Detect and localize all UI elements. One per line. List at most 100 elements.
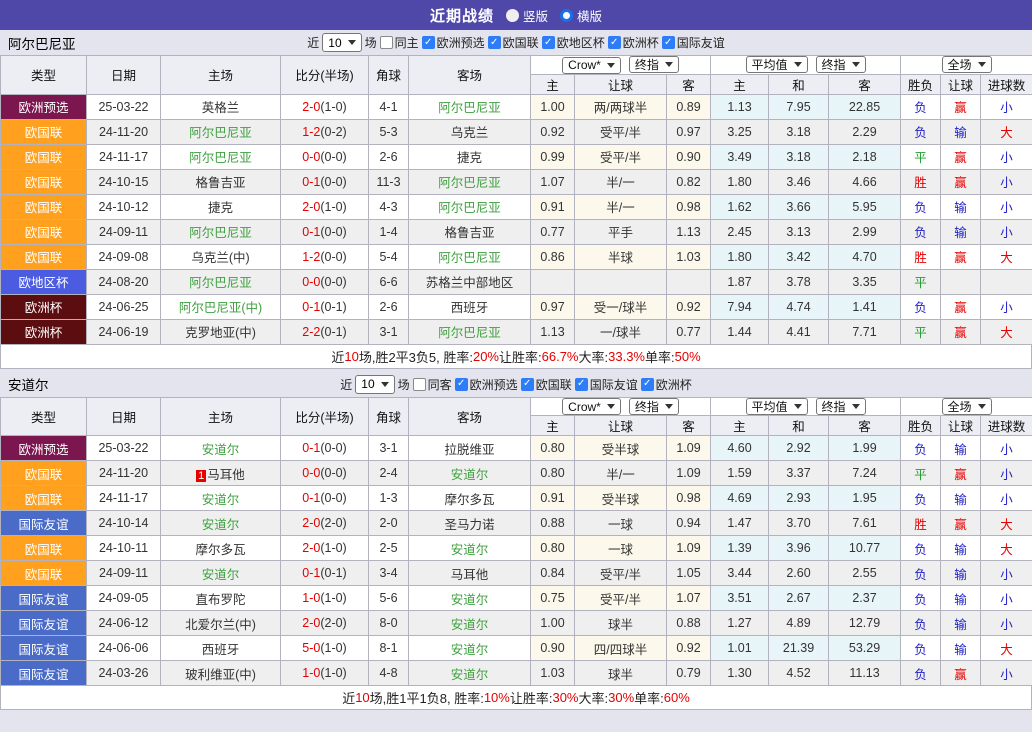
home-team-cell[interactable]: 安道尔: [161, 436, 281, 461]
odds-source-select[interactable]: Crow*: [562, 398, 621, 415]
layout-radio-vertical[interactable]: 竖版: [506, 6, 548, 25]
home-team-cell[interactable]: 克罗地亚(中): [161, 319, 281, 344]
avg-type-select[interactable]: 终指: [816, 398, 866, 415]
away-team-cell[interactable]: 安道尔: [409, 586, 531, 611]
odds-source-select[interactable]: Crow*: [562, 57, 621, 74]
score-cell: 0-1(0-1): [281, 561, 369, 586]
away-team-cell[interactable]: 圣马力诺: [409, 511, 531, 536]
home-team-cell[interactable]: 直布罗陀: [161, 586, 281, 611]
away-team-cell[interactable]: 阿尔巴尼亚: [409, 194, 531, 219]
home-team-cell[interactable]: 1马耳他: [161, 461, 281, 486]
away-team-cell[interactable]: 安道尔: [409, 636, 531, 661]
home-team-cell[interactable]: 英格兰: [161, 94, 281, 119]
home-team-cell[interactable]: 西班牙: [161, 636, 281, 661]
away-team-cell[interactable]: 乌克兰: [409, 119, 531, 144]
fulltime-score: 0-1: [302, 441, 320, 455]
match-count-select[interactable]: 10: [355, 375, 394, 394]
avg-source-select[interactable]: 平均值: [746, 398, 808, 415]
away-team-cell[interactable]: 安道尔: [409, 611, 531, 636]
odds-type-select[interactable]: 终指: [629, 56, 679, 73]
competition-checkbox-0[interactable]: ✓欧洲预选: [422, 34, 485, 51]
home-team-name: 玻利维亚(中): [185, 668, 256, 682]
handicap-cell: 受平/半: [575, 586, 667, 611]
competition-checkbox-0[interactable]: ✓欧洲预选: [455, 376, 518, 393]
home-team-cell[interactable]: 安道尔: [161, 561, 281, 586]
competition-checkbox-1[interactable]: ✓欧国联: [488, 34, 539, 51]
avg-home-cell: 1.39: [711, 536, 769, 561]
competition-checkbox-3[interactable]: ✓欧洲杯: [608, 34, 659, 51]
avg-source-select[interactable]: 平均值: [746, 56, 808, 73]
away-team-cell[interactable]: 摩尔多瓦: [409, 486, 531, 511]
away-team-cell[interactable]: 阿尔巴尼亚: [409, 319, 531, 344]
home-team-cell[interactable]: 阿尔巴尼亚: [161, 269, 281, 294]
competition-checkbox-2[interactable]: ✓欧地区杯: [542, 34, 605, 51]
date-cell: 24-09-05: [87, 586, 161, 611]
score-cell: 0-0(0-0): [281, 461, 369, 486]
avg-away-cell: 2.29: [829, 119, 901, 144]
home-team-cell[interactable]: 安道尔: [161, 486, 281, 511]
handicap-result-cell: 赢: [941, 661, 981, 686]
away-team-cell[interactable]: 马耳他: [409, 561, 531, 586]
result-cell: 负: [901, 94, 941, 119]
home-team-cell[interactable]: 阿尔巴尼亚(中): [161, 294, 281, 319]
handicap-result-cell: 赢: [941, 461, 981, 486]
avg-draw-cell: 3.37: [769, 461, 829, 486]
date-cell: 25-03-22: [87, 436, 161, 461]
home-team-cell[interactable]: 阿尔巴尼亚: [161, 144, 281, 169]
goals-result-cell: 大: [981, 119, 1032, 144]
result-cell: 平: [901, 319, 941, 344]
avg-home-cell: 1.44: [711, 319, 769, 344]
home-team-cell[interactable]: 摩尔多瓦: [161, 536, 281, 561]
away-team-cell[interactable]: 阿尔巴尼亚: [409, 94, 531, 119]
home-team-cell[interactable]: 北爱尔兰(中): [161, 611, 281, 636]
home-team-name: 乌克兰(中): [191, 251, 249, 265]
home-team-cell[interactable]: 捷克: [161, 194, 281, 219]
team-section: 阿尔巴尼亚近10场同主✓欧洲预选✓欧国联✓欧地区杯✓欧洲杯✓国际友谊类型日期主场…: [0, 30, 1032, 369]
competition-badge: 欧国联: [1, 194, 87, 219]
goals-result-cell: 小: [981, 294, 1032, 319]
competition-checkbox-1[interactable]: ✓欧国联: [521, 376, 572, 393]
away-team-cell[interactable]: 阿尔巴尼亚: [409, 244, 531, 269]
competition-checkbox-4[interactable]: ✓国际友谊: [662, 34, 725, 51]
away-team-cell[interactable]: 安道尔: [409, 461, 531, 486]
corner-cell: 2-6: [369, 294, 409, 319]
results-table: 类型日期主场比分(半场)角球客场Crow*终指平均值终指全场主让球客主和客胜负让…: [0, 55, 1032, 345]
scope-select[interactable]: 全场: [942, 56, 992, 73]
layout-radio-horizontal[interactable]: 横版: [560, 6, 602, 25]
avg-type-select-value: 终指: [822, 56, 846, 73]
home-team-name: 克罗地亚(中): [185, 326, 256, 340]
home-team-cell[interactable]: 阿尔巴尼亚: [161, 219, 281, 244]
home-team-cell[interactable]: 乌克兰(中): [161, 244, 281, 269]
home-team-cell[interactable]: 玻利维亚(中): [161, 661, 281, 686]
scope-select[interactable]: 全场: [942, 398, 992, 415]
home-team-cell[interactable]: 阿尔巴尼亚: [161, 119, 281, 144]
handicap-cell: 受平/半: [575, 144, 667, 169]
odds-type-select[interactable]: 终指: [629, 398, 679, 415]
home-team-name: 格鲁吉亚: [195, 176, 245, 190]
away-team-cell[interactable]: 阿尔巴尼亚: [409, 169, 531, 194]
corner-cell: 4-3: [369, 194, 409, 219]
odds-home-cell: 0.80: [531, 536, 575, 561]
competition-checkbox-3[interactable]: ✓欧洲杯: [641, 376, 692, 393]
away-team-cell[interactable]: 格鲁吉亚: [409, 219, 531, 244]
avg-type-select[interactable]: 终指: [816, 56, 866, 73]
same-venue-checkbox[interactable]: 同主: [380, 34, 419, 51]
handicap-result-cell: 输: [941, 486, 981, 511]
away-team-cell[interactable]: 捷克: [409, 144, 531, 169]
score-cell: 2-0(1-0): [281, 536, 369, 561]
home-team-cell[interactable]: 格鲁吉亚: [161, 169, 281, 194]
avg-away-cell: 1.41: [829, 294, 901, 319]
away-team-cell[interactable]: 拉脱维亚: [409, 436, 531, 461]
home-team-name: 安道尔: [202, 568, 240, 582]
avg-away-cell: 2.18: [829, 144, 901, 169]
same-venue-checkbox[interactable]: 同客: [413, 376, 452, 393]
competition-checkbox-2[interactable]: ✓国际友谊: [575, 376, 638, 393]
match-count-select[interactable]: 10: [322, 33, 361, 52]
home-team-cell[interactable]: 安道尔: [161, 511, 281, 536]
away-team-cell[interactable]: 西班牙: [409, 294, 531, 319]
away-team-cell[interactable]: 苏格兰中部地区: [409, 269, 531, 294]
halftime-score: (0-1): [320, 325, 346, 339]
corner-cell: 5-4: [369, 244, 409, 269]
away-team-cell[interactable]: 安道尔: [409, 661, 531, 686]
away-team-cell[interactable]: 安道尔: [409, 536, 531, 561]
